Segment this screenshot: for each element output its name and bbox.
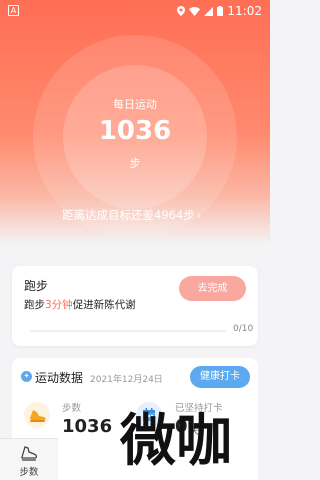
health-checkin-button[interactable]: 健康打卡 (190, 366, 250, 388)
run-progress-track (30, 330, 226, 332)
run-desc-suffix: 促进新陈代谢 (72, 299, 136, 311)
watermark-logo: 微咖 (120, 409, 232, 474)
wifi-icon (189, 6, 201, 16)
step-unit: 步 (129, 157, 141, 170)
run-progress-text: 0/10 (233, 324, 254, 334)
battery-icon (217, 6, 224, 16)
run-desc-prefix: 跑步 (24, 299, 45, 311)
status-badge: A (8, 5, 19, 16)
run-task-title: 跑步 (24, 279, 49, 293)
exercise-data-title: 运动数据 (35, 371, 84, 385)
chevron-right-icon: › (196, 208, 202, 222)
status-time: 11:02 (227, 4, 262, 18)
daily-exercise-title: 每日运动 (113, 98, 157, 111)
goal-remaining-text: 距离达成目标还差4964步 (62, 208, 195, 222)
sparkle-icon: ✦ (21, 371, 32, 382)
step-count: 1036 (98, 116, 172, 146)
shoe-icon (24, 402, 50, 428)
signal-icon (204, 6, 214, 16)
goal-remaining[interactable]: 距离达成目标还差4964步 › (62, 207, 201, 223)
nav-item-label: 步数 (19, 467, 39, 478)
location-icon (177, 6, 186, 16)
run-task-card: 跑步 跑步3分钟促进新陈代谢 去完成 0/10 (12, 266, 258, 346)
go-complete-button[interactable]: 去完成 (179, 276, 246, 301)
shoe-icon (21, 446, 38, 461)
watermark-text: 微咖 (120, 409, 232, 474)
run-desc-highlight: 3分钟 (45, 299, 73, 311)
status-bar: A 11:02 (0, 0, 270, 22)
status-icons: 11:02 (177, 4, 262, 18)
bottom-nav: 步数 (0, 438, 58, 480)
stat-steps-value: 1036 (62, 416, 113, 437)
stat-steps-label: 步数 (62, 403, 82, 414)
hero-section: A 11:02 每日运动 1036 步 距离达成目标还差4964步 › (0, 0, 270, 245)
exercise-data-date: 2021年12月24日 (90, 375, 163, 385)
run-task-desc: 跑步3分钟促进新陈代谢 (24, 297, 136, 312)
